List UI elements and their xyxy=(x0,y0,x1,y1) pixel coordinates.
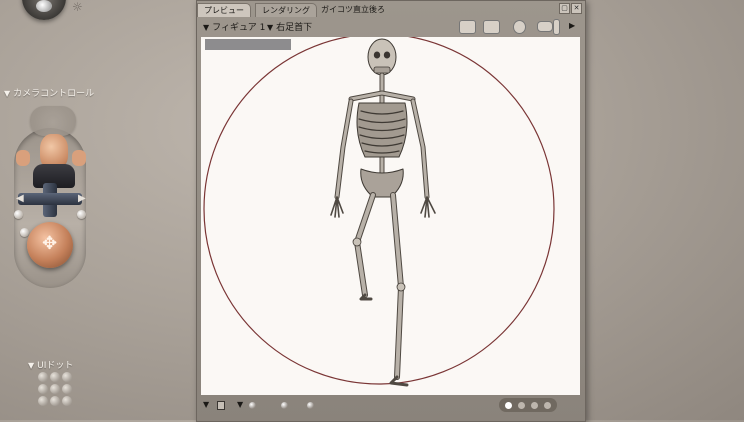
ui-dot[interactable] xyxy=(62,396,72,406)
camera-view-icon[interactable] xyxy=(459,20,476,34)
jaw xyxy=(373,66,391,74)
maximize-button[interactable]: ▢ xyxy=(559,3,570,14)
pager-dot-2[interactable] xyxy=(518,401,525,409)
move-cross-horizontal[interactable] xyxy=(18,193,82,205)
tab-render[interactable]: レンダリング xyxy=(255,3,317,17)
multi-view-icon[interactable] xyxy=(483,20,500,34)
figure-dropdown-label: フィギュア 1 xyxy=(212,23,266,33)
left-arm-highlight xyxy=(335,99,353,199)
guide-circle xyxy=(203,37,555,385)
camera-title: ガイコツ直立後ろ xyxy=(321,5,385,14)
bottom-menu-triangle-icon[interactable]: ▼ xyxy=(237,400,243,409)
move-right-arrow-icon[interactable]: ▶ xyxy=(78,193,86,204)
bottom-dot[interactable] xyxy=(249,402,256,409)
pager-dot-3[interactable] xyxy=(531,401,538,409)
bottom-dot[interactable] xyxy=(281,402,288,409)
display-slider-icon[interactable] xyxy=(537,21,553,32)
right-hand-bones xyxy=(420,196,436,218)
ui-dot[interactable] xyxy=(50,384,60,394)
ui-dot[interactable] xyxy=(62,372,72,382)
preview-toolbar: ▼ フィギュア 1 ▼ 右足首下 ▶ xyxy=(201,18,581,36)
figure-dropdown[interactable]: ▼ フィギュア 1 xyxy=(203,20,265,33)
skeleton-figure[interactable] xyxy=(201,37,580,395)
move-left-arrow-icon[interactable]: ◀ xyxy=(16,193,24,204)
collapse-triangle-icon: ▼ xyxy=(4,89,11,98)
left-knee xyxy=(352,237,362,247)
eye-socket-right xyxy=(383,51,391,59)
camera-controls-header[interactable]: ▼ カメラコントロール xyxy=(4,86,94,99)
left-rotate-hand-icon[interactable] xyxy=(16,150,30,166)
display-knob-icon[interactable] xyxy=(553,19,560,35)
scale-hands-icon[interactable] xyxy=(30,106,76,136)
bottom-square-icon[interactable] xyxy=(217,401,225,410)
camera-controls-label: カメラコントロール xyxy=(13,89,95,99)
right-knee xyxy=(396,282,406,292)
small-ball-right[interactable] xyxy=(77,210,86,219)
ui-dot[interactable] xyxy=(38,396,48,406)
dropdown-triangle-icon: ▼ xyxy=(267,23,274,32)
right-rotate-hand-icon[interactable] xyxy=(72,150,86,166)
ui-dot[interactable] xyxy=(62,384,72,394)
preview-window: プレビュー レンダリング ガイコツ直立後ろ ▢ ✕ ▼ フィギュア 1 ▼ 右足首下… xyxy=(196,0,586,422)
ui-dot[interactable] xyxy=(38,384,48,394)
ui-dots-grid xyxy=(38,372,74,406)
light-sun-icon[interactable]: ☼ xyxy=(72,0,83,14)
preview-bottom-bar: ▼ ▼ xyxy=(201,397,581,417)
bottom-menu-triangle-icon[interactable]: ▼ xyxy=(203,400,209,409)
body-part-dropdown[interactable]: ▼ 右足首下 xyxy=(267,20,312,33)
toolbar-expand-arrow-icon[interactable]: ▶ xyxy=(569,21,575,30)
eye-socket-left xyxy=(373,51,381,59)
collapse-triangle-icon: ▼ xyxy=(28,361,35,370)
gear-icon[interactable] xyxy=(513,20,526,34)
3d-viewport[interactable] xyxy=(201,37,580,395)
ui-dot[interactable] xyxy=(38,372,48,382)
dropdown-triangle-icon: ▼ xyxy=(203,23,210,32)
pager-dot-4[interactable] xyxy=(544,401,551,409)
tab-preview[interactable]: プレビュー xyxy=(197,3,251,17)
bottom-dot[interactable] xyxy=(307,402,314,409)
ui-dots-label: UIドット xyxy=(37,361,74,371)
trackball-arrows-icon: ✥ xyxy=(42,233,58,254)
close-button[interactable]: ✕ xyxy=(571,3,582,14)
ui-dot[interactable] xyxy=(50,396,60,406)
bottom-pager[interactable] xyxy=(499,398,557,412)
pager-dot-1[interactable] xyxy=(505,401,512,409)
orb-knob[interactable] xyxy=(36,0,52,12)
pelvis xyxy=(360,168,404,198)
body-part-dropdown-label: 右足首下 xyxy=(276,23,313,33)
left-hand-bones xyxy=(330,196,344,218)
viewport-label-bar xyxy=(205,39,291,50)
small-ball-left[interactable] xyxy=(14,210,23,219)
ui-dot[interactable] xyxy=(50,372,60,382)
ui-dots-header[interactable]: ▼ UIドット xyxy=(28,358,73,371)
